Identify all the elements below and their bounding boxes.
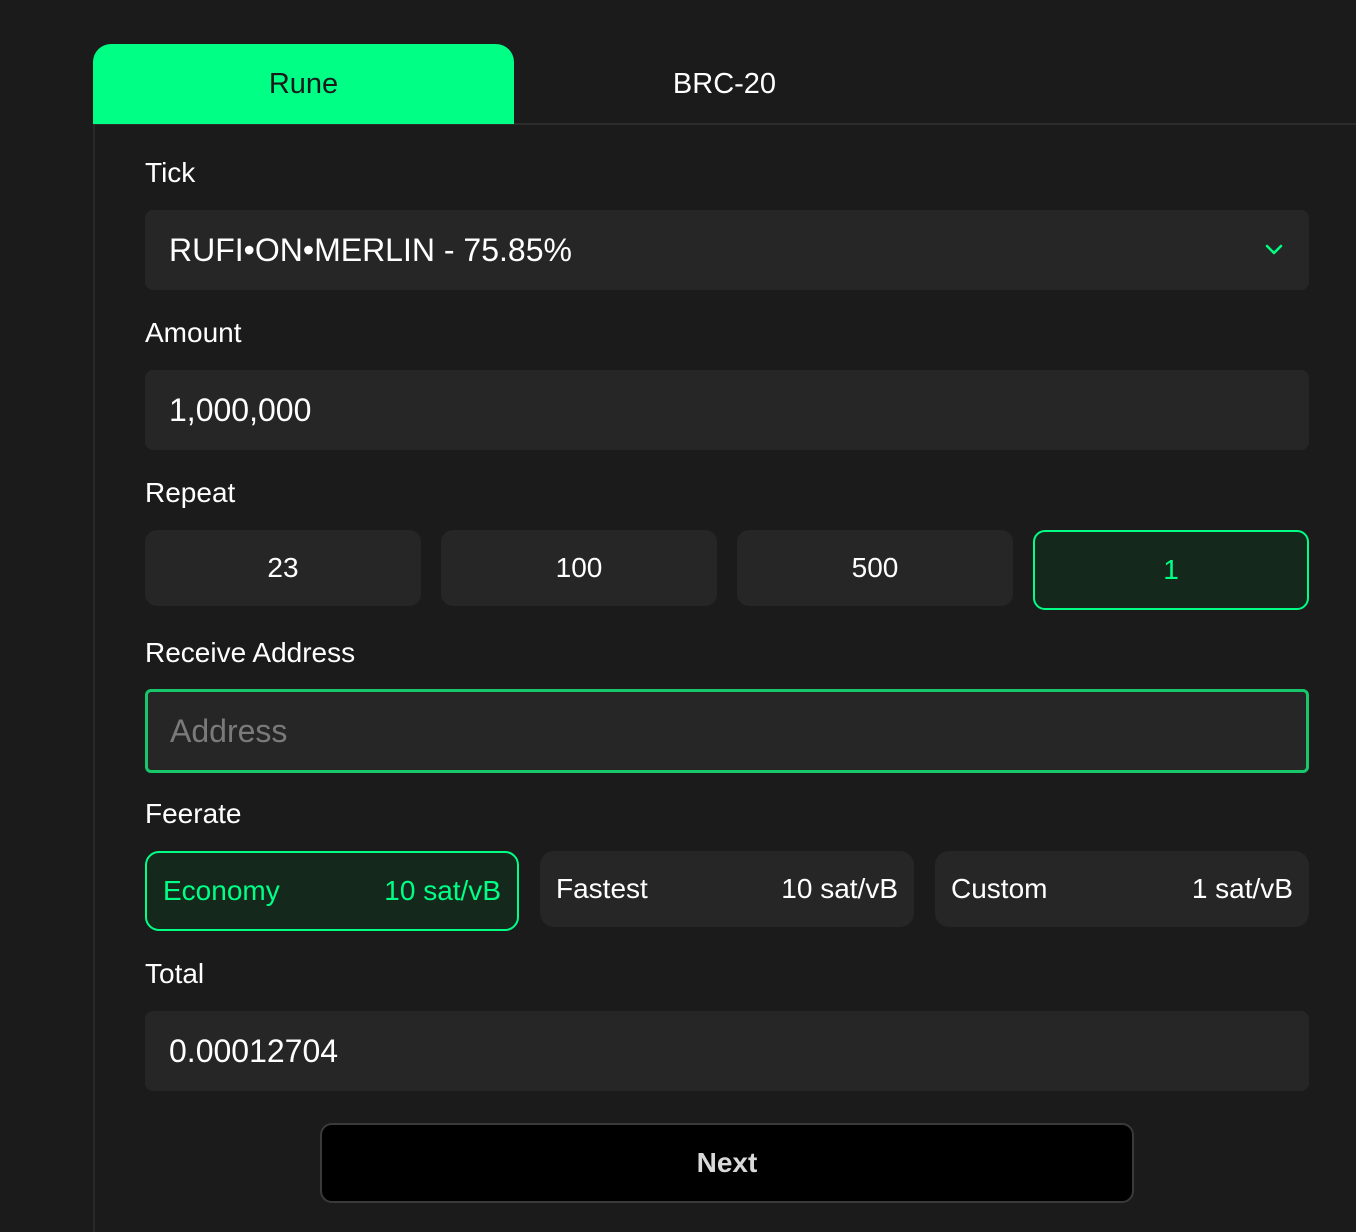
fee-option-name: Custom — [951, 873, 1048, 904]
feerate-label: Feerate — [145, 798, 242, 829]
receive-address-label: Receive Address — [145, 637, 356, 668]
total-value: 0.00012704 — [169, 1032, 339, 1069]
fee-option-rate: 10 sat/vB — [781, 873, 898, 904]
fee-option-economy[interactable]: Economy 10 sat/vB — [145, 851, 519, 931]
fee-option-rate: 10 sat/vB — [384, 875, 501, 906]
repeat-option-100[interactable]: 100 — [441, 530, 717, 606]
receive-address-input[interactable] — [145, 689, 1309, 773]
amount-label: Amount — [145, 317, 242, 348]
tick-label: Tick — [145, 157, 196, 188]
amount-value: 1,000,000 — [169, 391, 312, 428]
tick-select[interactable]: RUFI•ON•MERLIN - 75.85% — [145, 210, 1309, 290]
tick-select-value: RUFI•ON•MERLIN - 75.85% — [169, 231, 572, 268]
amount-field[interactable]: 1,000,000 — [145, 370, 1309, 450]
mint-form-panel: Tick RUFI•ON•MERLIN - 75.85% Amount 1,00… — [93, 125, 1356, 1232]
tab-bar: Rune BRC-20 — [93, 44, 1356, 125]
chevron-down-icon — [1265, 244, 1283, 255]
fee-option-custom[interactable]: Custom 1 sat/vB — [935, 851, 1309, 927]
repeat-option-500[interactable]: 500 — [737, 530, 1013, 606]
total-field: 0.00012704 — [145, 1011, 1309, 1091]
fee-option-name: Economy — [163, 875, 280, 906]
fee-option-rate: 1 sat/vB — [1191, 873, 1293, 904]
fee-option-fastest[interactable]: Fastest 10 sat/vB — [540, 851, 914, 927]
repeat-option-23[interactable]: 23 — [145, 530, 421, 606]
total-label: Total — [145, 958, 205, 989]
next-button[interactable]: Next — [320, 1123, 1134, 1203]
repeat-option-1[interactable]: 1 — [1033, 530, 1309, 610]
repeat-label: Repeat — [145, 477, 236, 508]
tab-rune[interactable]: Rune — [93, 44, 514, 124]
tab-brc20[interactable]: BRC-20 — [514, 44, 935, 124]
fee-option-name: Fastest — [556, 873, 648, 904]
